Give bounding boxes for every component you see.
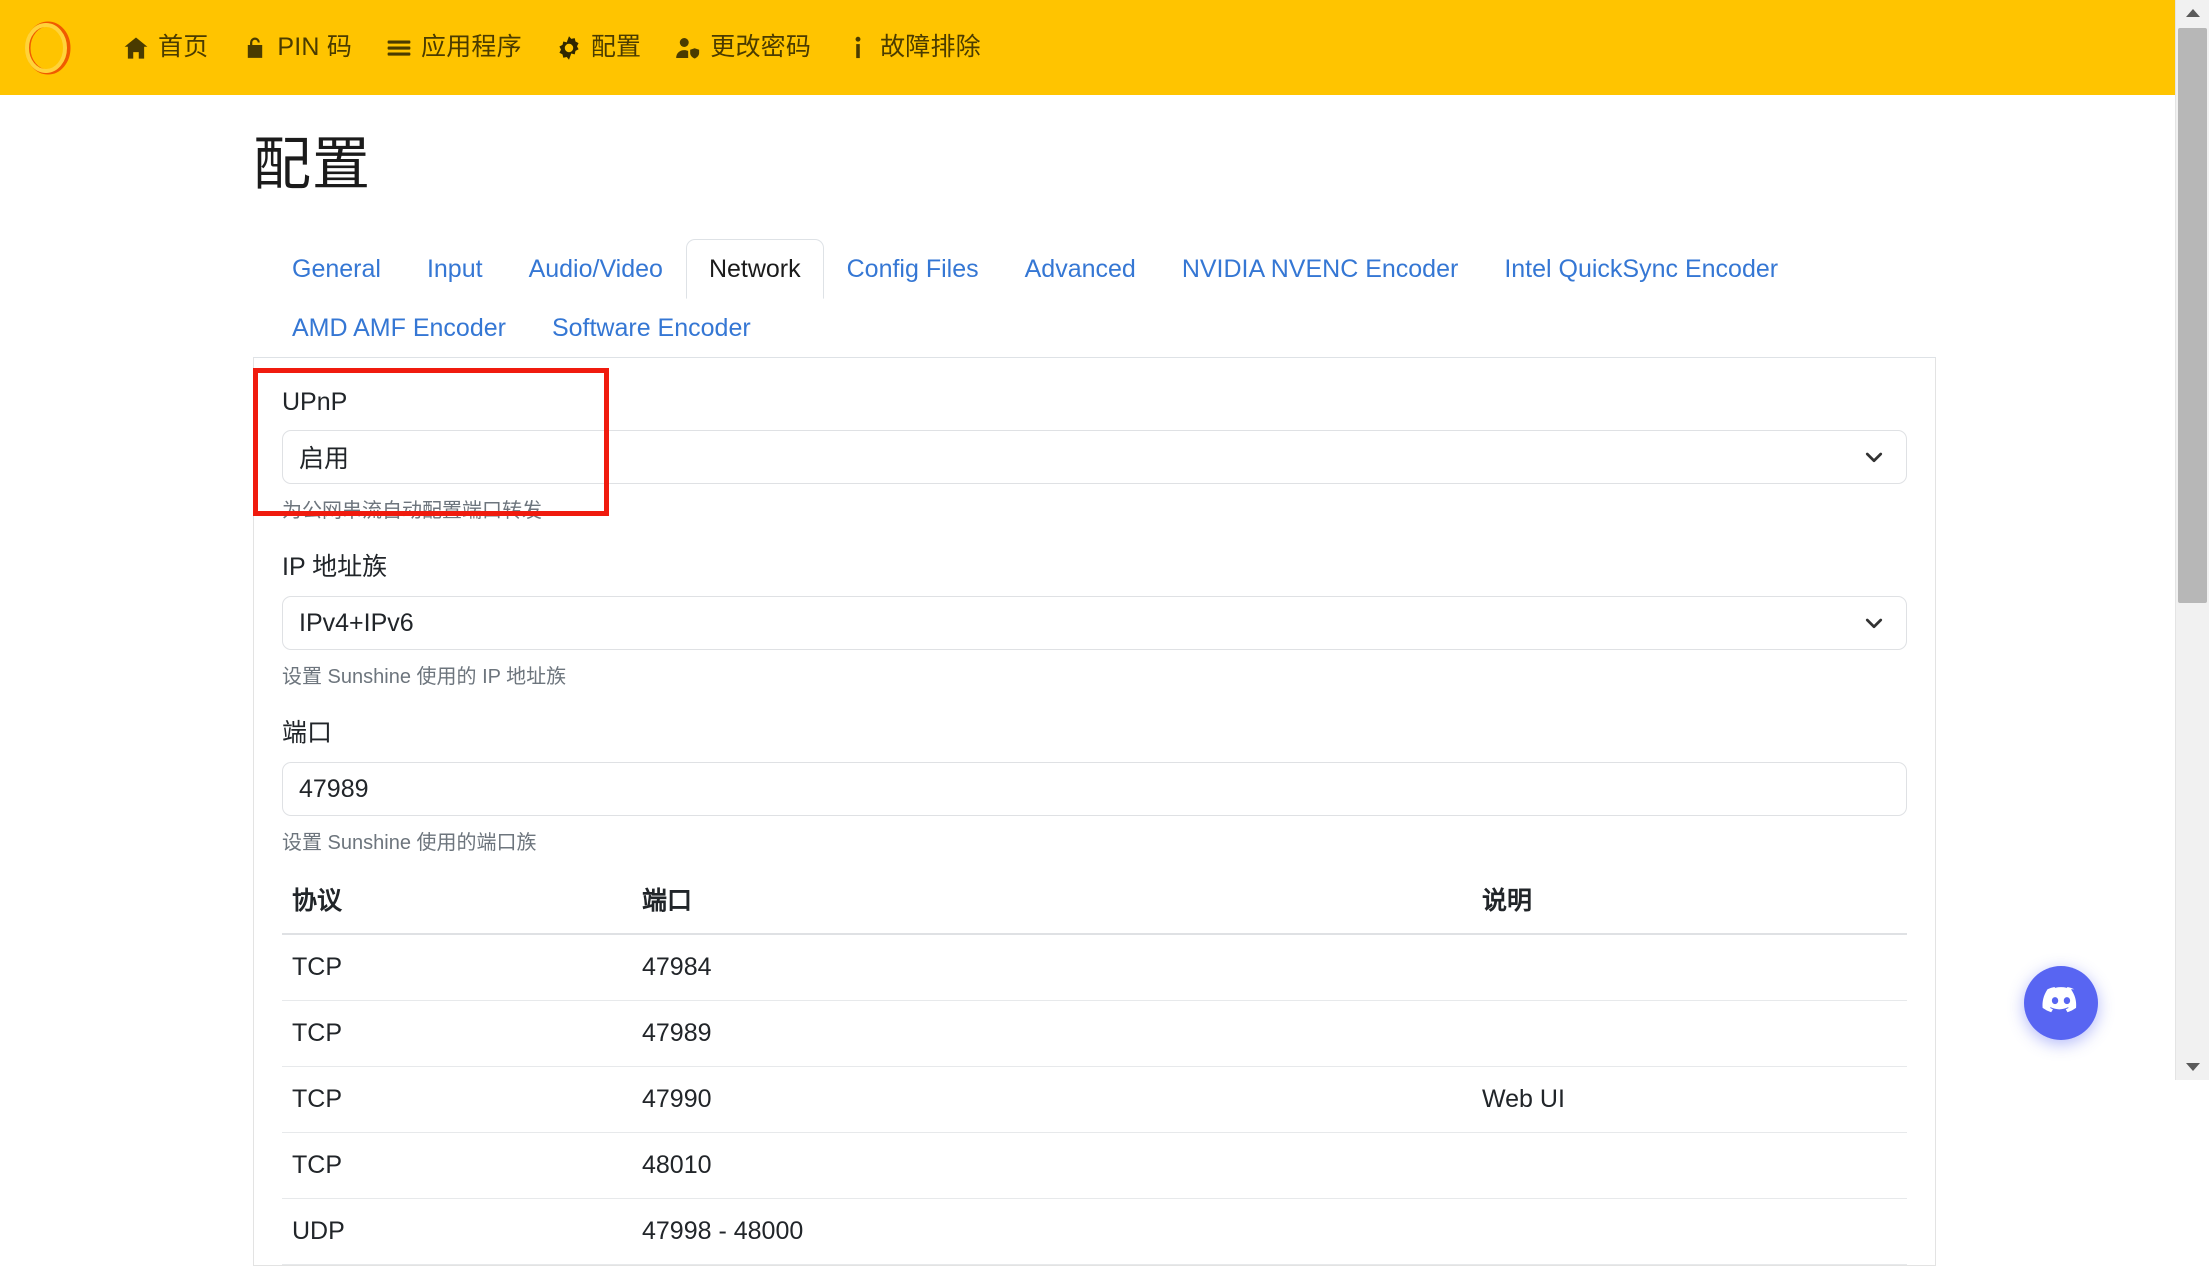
tab-nvidia-nvenc-encoder[interactable]: NVIDIA NVENC Encoder	[1159, 239, 1482, 299]
upnp-select-value: 启用	[299, 439, 349, 475]
address-family-help-text: 设置 Sunshine 使用的 IP 地址族	[282, 660, 1907, 689]
tab-config-files[interactable]: Config Files	[824, 239, 1002, 299]
cell-description: Web UI	[1472, 1067, 1907, 1133]
nav-item-troubleshooting[interactable]: 故障排除	[828, 29, 998, 67]
content-container: 配置 General Input Audio/Video Network Con…	[253, 95, 1936, 1266]
cell-port: 47990	[632, 1067, 1472, 1133]
discord-button[interactable]	[2024, 966, 2098, 1040]
info-icon	[845, 35, 871, 61]
nav-item-pin[interactable]: PIN 码	[225, 29, 369, 67]
table-header-row: 协议 端口 说明	[282, 873, 1907, 934]
nav-item-applications[interactable]: 应用程序	[369, 29, 539, 67]
column-header-description: 说明	[1472, 873, 1907, 934]
field-address-family: IP 地址族 IPv4+IPv6 设置 Sunshine 使用的 IP 地址族	[282, 541, 1907, 689]
sunshine-logo-icon[interactable]	[14, 15, 80, 81]
field-port: 端口 47989 设置 Sunshine 使用的端口族	[282, 707, 1907, 855]
nav-item-applications-label: 应用程序	[421, 35, 522, 60]
nav-item-configuration-label: 配置	[591, 35, 641, 60]
scrollbar-up-arrow[interactable]	[2176, 0, 2209, 26]
home-icon	[123, 35, 149, 61]
port-input[interactable]: 47989	[282, 762, 1907, 816]
address-family-select[interactable]: IPv4+IPv6	[282, 596, 1907, 650]
cell-description	[1472, 1133, 1907, 1199]
ports-table: 协议 端口 说明 TCP 47984 TCP 47989	[282, 873, 1907, 1265]
table-row: TCP 48010	[282, 1133, 1907, 1199]
cell-description	[1472, 934, 1907, 1001]
table-row: UDP 47998 - 48000	[282, 1199, 1907, 1265]
unlock-icon	[242, 35, 268, 61]
table-row: TCP 47984	[282, 934, 1907, 1001]
cell-protocol: TCP	[282, 1067, 632, 1133]
person-shield-icon	[675, 35, 701, 61]
port-label: 端口	[282, 713, 1907, 749]
table-row: TCP 47990 Web UI	[282, 1067, 1907, 1133]
vertical-scrollbar[interactable]	[2175, 0, 2209, 1080]
nav-item-home-label: 首页	[158, 35, 208, 60]
cell-protocol: TCP	[282, 1133, 632, 1199]
scrollbar-thumb[interactable]	[2178, 28, 2207, 603]
tab-amd-amf-encoder[interactable]: AMD AMF Encoder	[269, 298, 529, 358]
tab-software-encoder[interactable]: Software Encoder	[529, 298, 774, 358]
cell-port: 47989	[632, 1001, 1472, 1067]
upnp-help-text: 为公网串流自动配置端口转发	[282, 494, 1907, 523]
nav-item-troubleshooting-label: 故障排除	[880, 35, 981, 60]
cell-protocol: TCP	[282, 1001, 632, 1067]
nav-item-pin-label: PIN 码	[277, 35, 352, 60]
chevron-down-icon	[1862, 611, 1886, 635]
upnp-select[interactable]: 启用	[282, 430, 1907, 484]
top-navbar: 首页 PIN 码 应用程序 配置 更改密码	[0, 0, 2176, 95]
tab-general[interactable]: General	[269, 239, 404, 299]
cell-description	[1472, 1199, 1907, 1265]
page-body: 配置 General Input Audio/Video Network Con…	[0, 95, 2176, 1080]
column-header-protocol: 协议	[282, 873, 632, 934]
list-icon	[386, 35, 412, 61]
page-title: 配置	[253, 95, 1936, 201]
port-input-value: 47989	[299, 775, 369, 804]
table-row: TCP 47989	[282, 1001, 1907, 1067]
discord-icon	[2040, 980, 2082, 1027]
tab-network[interactable]: Network	[686, 239, 824, 299]
tab-audio-video[interactable]: Audio/Video	[506, 239, 686, 299]
nav-item-configuration[interactable]: 配置	[539, 29, 658, 67]
address-family-label: IP 地址族	[282, 547, 1907, 583]
gear-icon	[556, 35, 582, 61]
chevron-down-icon	[1862, 445, 1886, 469]
settings-tabs: General Input Audio/Video Network Config…	[253, 239, 1936, 358]
cell-port: 47984	[632, 934, 1472, 1001]
settings-card: UPnP 启用 为公网串流自动配置端口转发 IP 地址族 IPv4+IPv6	[253, 358, 1936, 1266]
upnp-label: UPnP	[282, 388, 1907, 417]
nav-item-home[interactable]: 首页	[106, 29, 225, 67]
address-family-select-value: IPv4+IPv6	[299, 609, 414, 638]
column-header-port: 端口	[632, 873, 1472, 934]
nav-item-change-password[interactable]: 更改密码	[658, 29, 828, 67]
tab-advanced[interactable]: Advanced	[1002, 239, 1159, 299]
cell-protocol: UDP	[282, 1199, 632, 1265]
nav-links: 首页 PIN 码 应用程序 配置 更改密码	[106, 29, 998, 67]
port-help-text: 设置 Sunshine 使用的端口族	[282, 826, 1907, 855]
scrollbar-down-arrow[interactable]	[2176, 1054, 2209, 1080]
cell-port: 48010	[632, 1133, 1472, 1199]
cell-protocol: TCP	[282, 934, 632, 1001]
cell-description	[1472, 1001, 1907, 1067]
tab-intel-quicksync-encoder[interactable]: Intel QuickSync Encoder	[1481, 239, 1801, 299]
tab-input[interactable]: Input	[404, 239, 506, 299]
cell-port: 47998 - 48000	[632, 1199, 1472, 1265]
field-upnp: UPnP 启用 为公网串流自动配置端口转发	[282, 382, 1907, 523]
nav-item-change-password-label: 更改密码	[710, 35, 811, 60]
